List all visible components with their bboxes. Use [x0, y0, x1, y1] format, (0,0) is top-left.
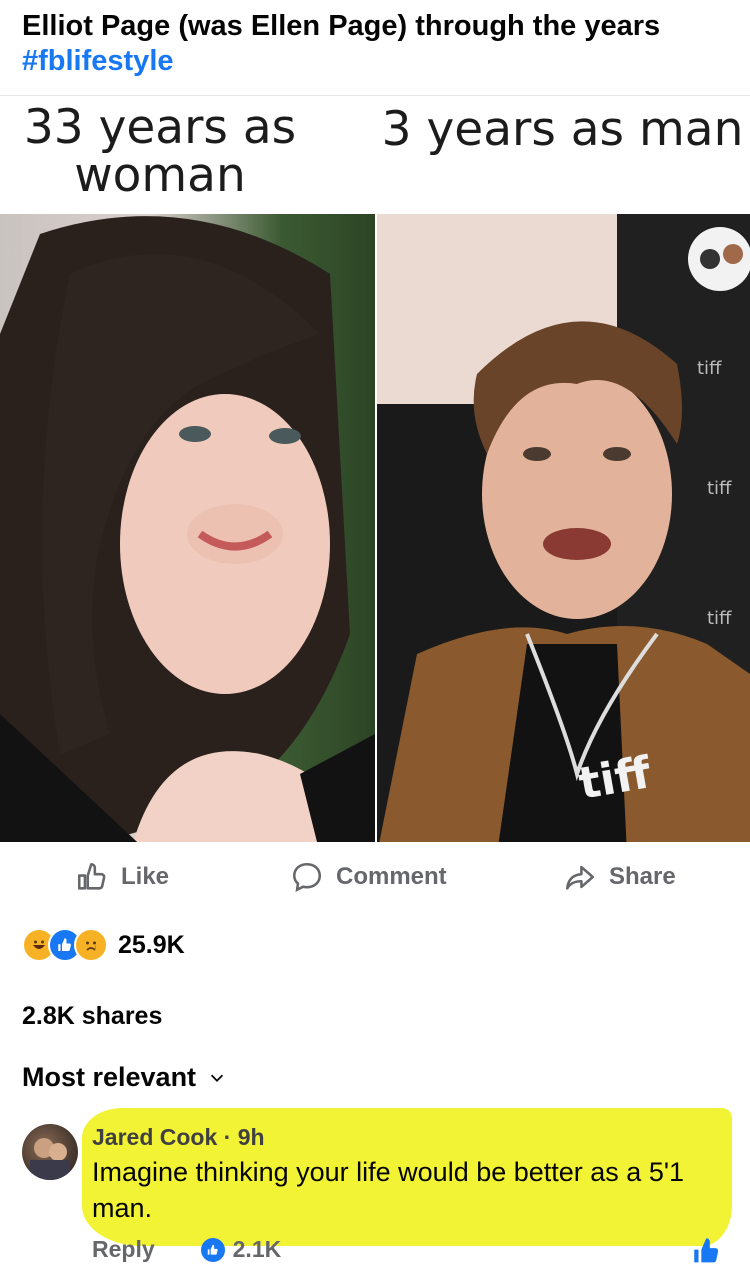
like-badge-icon — [200, 1237, 225, 1262]
comment-author-name[interactable]: Jared Cook — [92, 1124, 217, 1150]
share-label: Share — [609, 863, 676, 890]
post-title: Elliot Page (was Ellen Page) through the… — [22, 10, 661, 42]
comment-author[interactable]: Jared Cook · 9h — [92, 1124, 265, 1151]
shares-count[interactable]: 2.8K shares — [22, 1002, 162, 1031]
post-header: Elliot Page (was Ellen Page) through the… — [22, 8, 732, 78]
avatar[interactable] — [22, 1124, 78, 1180]
left-photo-panel — [0, 214, 375, 842]
post-image[interactable]: 33 years as woman 3 years as man tiff ti… — [0, 95, 750, 842]
comment-sort-dropdown[interactable]: Most relevant — [22, 1062, 226, 1093]
comment-like-count[interactable]: 2.1K — [200, 1236, 282, 1263]
comment-like-count-text: 2.1K — [232, 1236, 282, 1262]
comment-timestamp: · 9h — [223, 1124, 265, 1150]
comment-text: Imagine thinking your life would be bett… — [92, 1157, 685, 1223]
right-caption: 3 years as man — [381, 102, 744, 157]
left-caption: 33 years as woman — [23, 100, 297, 203]
svg-text:tiff: tiff — [707, 608, 732, 629]
comment-label: Comment — [336, 863, 447, 890]
svg-text:tiff: tiff — [697, 358, 722, 379]
reply-button[interactable]: Reply — [92, 1236, 155, 1263]
thumbs-up-icon — [77, 862, 106, 890]
comment-bubble-icon — [292, 862, 322, 892]
share-button[interactable]: Share — [563, 860, 676, 894]
share-arrow-icon — [565, 865, 595, 890]
chevron-down-icon — [211, 1074, 224, 1082]
thumbs-up-icon[interactable] — [690, 1234, 724, 1268]
like-button[interactable]: Like — [75, 860, 169, 894]
reaction-icons — [22, 928, 108, 962]
post-action-bar: Like Comment Share — [0, 848, 750, 906]
comment-meta: Reply 2.1K — [92, 1236, 281, 1263]
comment-button[interactable]: Comment — [290, 860, 447, 894]
sad-reaction-icon — [74, 928, 108, 962]
reaction-summary[interactable]: 25.9K — [22, 928, 185, 962]
sort-label: Most relevant — [22, 1062, 197, 1092]
hashtag-link[interactable]: #fblifestyle — [22, 44, 732, 78]
reaction-count: 25.9K — [118, 930, 185, 959]
svg-text:tiff: tiff — [707, 478, 732, 499]
right-photo-panel: tiff tiff tiff tiff — [377, 214, 750, 842]
like-label: Like — [121, 863, 170, 890]
